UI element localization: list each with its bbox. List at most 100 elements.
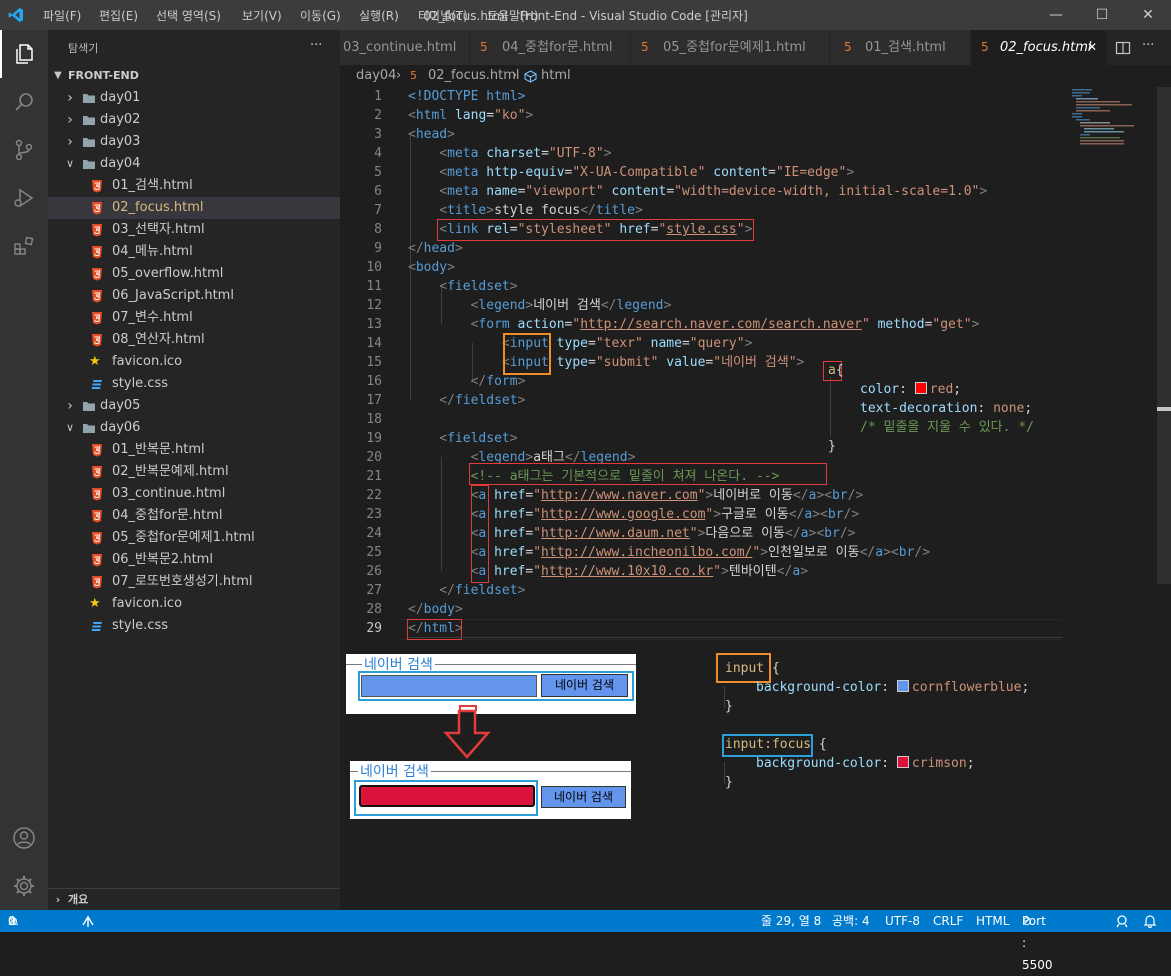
explorer-item-favicon-ico[interactable]: ★ favicon.ico <box>48 593 340 615</box>
menu-run[interactable]: 실행(R) <box>359 7 399 24</box>
explorer-item-label: 04_메뉴.html <box>112 244 193 259</box>
html-file-icon: 5 <box>641 40 649 54</box>
line-number: 23 <box>366 507 382 522</box>
menu-selection[interactable]: 선택 영역(S) <box>156 7 221 24</box>
language-status[interactable]: HTML <box>976 910 1009 932</box>
split-editor-icon[interactable] <box>1115 40 1131 56</box>
breadcrumb-file[interactable]: 02_focus.html <box>428 65 519 87</box>
menu-view[interactable]: 보기(V) <box>242 7 282 24</box>
line-number: 7 <box>374 203 382 218</box>
explorer-item-style-css[interactable]: style.css <box>48 615 340 637</box>
preview-search-button[interactable]: 네이버 검색 <box>541 674 628 697</box>
explorer-item-04-for-html[interactable]: 04_중첩for문.html <box>48 505 340 527</box>
explorer-item-07-html[interactable]: 07_로또번호생성기.html <box>48 571 340 593</box>
more-editor-actions-button[interactable]: ··· <box>1142 38 1154 53</box>
explorer-item-style-css[interactable]: style.css <box>48 373 340 395</box>
explorer-item-04-html[interactable]: 04_메뉴.html <box>48 241 340 263</box>
menu-go[interactable]: 이동(G) <box>300 7 341 24</box>
breadcrumb-folder[interactable]: day04 <box>356 65 396 87</box>
tab-05-nested-for-example[interactable]: 5 05_중첩for문예제1.html <box>631 30 830 65</box>
preview-search-button[interactable]: 네이버 검색 <box>541 786 626 808</box>
explorer-item-day01[interactable]: › day01 <box>48 87 340 109</box>
encoding-status[interactable]: UTF-8 <box>885 910 920 932</box>
explorer-item-07-html[interactable]: 07_변수.html <box>48 307 340 329</box>
explorer-item-03-html[interactable]: 03_선택자.html <box>48 219 340 241</box>
explorer-item-label: 05_overflow.html <box>112 266 224 281</box>
vertical-scrollbar[interactable] <box>1157 87 1171 584</box>
line-number: 16 <box>366 374 382 389</box>
feedback-icon[interactable] <box>1115 914 1129 928</box>
cursor-position-status[interactable]: 줄 29, 열 8 <box>761 910 821 932</box>
explorer-item-08-html[interactable]: 08_연산자.html <box>48 329 340 351</box>
css-input-selector-line: input { <box>725 661 780 676</box>
indentation-status[interactable]: 공백: 4 <box>832 910 870 932</box>
close-window-button[interactable]: ✕ <box>1125 0 1171 30</box>
more-actions-button[interactable]: ··· <box>310 38 322 53</box>
explorer-item-label: day04 <box>100 156 141 171</box>
close-tab-icon[interactable]: ✕ <box>1087 30 1097 65</box>
menu-help[interactable]: 도움말(H) <box>487 7 539 24</box>
line-number: 17 <box>366 393 382 408</box>
explorer-item-01-html[interactable]: 01_검색.html <box>48 175 340 197</box>
explorer-item-label: day05 <box>100 398 141 413</box>
explorer-item-label: 05_중첩for문예제1.html <box>112 530 255 545</box>
eol-status[interactable]: CRLF <box>933 910 963 932</box>
explorer-item-day04[interactable]: ∨ day04 <box>48 153 340 175</box>
explorer-item-label: 02_반복문예제.html <box>112 464 229 479</box>
preview-legend: 네이버 검색 <box>358 761 431 781</box>
breadcrumb-symbol[interactable]: html <box>541 65 571 87</box>
explorer-item-01-html[interactable]: 01_반복문.html <box>48 439 340 461</box>
code-line-1: <!DOCTYPE html> <box>408 89 526 104</box>
explorer-item-05-overflow-html[interactable]: 05_overflow.html <box>48 263 340 285</box>
folder-icon <box>83 94 95 103</box>
tab-04-nested-for[interactable]: 5 04_중첩for문.html <box>470 30 631 65</box>
line-number: 27 <box>366 583 382 598</box>
preview-search-input[interactable] <box>361 675 537 697</box>
search-activity[interactable] <box>0 78 48 126</box>
extensions-activity[interactable] <box>0 222 48 270</box>
explorer-item-favicon-ico[interactable]: ★ favicon.ico <box>48 351 340 373</box>
accounts-activity[interactable] <box>0 814 48 862</box>
minimize-button[interactable]: — <box>1033 0 1079 30</box>
line-number: 5 <box>374 165 382 180</box>
explorer-item-day03[interactable]: › day03 <box>48 131 340 153</box>
explorer-item-06-javascript-html[interactable]: 06_JavaScript.html <box>48 285 340 307</box>
preview-focused-input[interactable] <box>359 785 535 807</box>
tab-01-search[interactable]: 5 01_검색.html <box>830 30 971 65</box>
manage-activity[interactable] <box>0 862 48 910</box>
folder-icon <box>83 116 95 125</box>
menu-file[interactable]: 파일(F) <box>43 7 81 24</box>
menu-terminal[interactable]: 터미널(T) <box>418 7 468 24</box>
code-line-28: </body> <box>408 602 463 617</box>
bell-icon[interactable] <box>1143 914 1157 928</box>
editor-tabs: 03_continue.html 5 04_중첩for문.html 5 05_중… <box>340 30 1171 65</box>
code-editor[interactable]: 1 2 3 4 5 6 7 8 9 10 11 12 13 14 15 16 17 18 19 20 21 22 23 24 2… <box>340 87 1171 910</box>
code-line-7: <title>style focus</title> <box>439 203 643 218</box>
line-number: 2 <box>374 108 382 123</box>
live-share-icon[interactable] <box>81 914 95 928</box>
explorer-item-03-continue-html[interactable]: 03_continue.html <box>48 483 340 505</box>
run-debug-icon <box>14 188 34 208</box>
explorer-item-day02[interactable]: › day02 <box>48 109 340 131</box>
workspace-root[interactable]: ▼ FRONT-END <box>48 65 340 87</box>
explorer-item-02-html[interactable]: 02_반복문예제.html <box>48 461 340 483</box>
menu-edit[interactable]: 편집(E) <box>99 7 138 24</box>
outline-section[interactable]: › 개요 <box>48 888 340 911</box>
maximize-button[interactable]: ☐ <box>1079 0 1125 30</box>
preview-normal-panel: 네이버 검색 네이버 검색 <box>346 654 636 714</box>
run-debug-activity[interactable] <box>0 174 48 222</box>
explorer-item-06-2-html[interactable]: 06_반복문2.html <box>48 549 340 571</box>
explorer-item-label: 03_continue.html <box>112 486 226 501</box>
explorer-item-05-for-1-html[interactable]: 05_중첩for문예제1.html <box>48 527 340 549</box>
tab-02-focus[interactable]: 5 02_focus.html ✕ <box>971 30 1107 65</box>
code-line-6: <meta name="viewport" content="width=dev… <box>439 184 988 199</box>
explorer-item-day05[interactable]: › day05 <box>48 395 340 417</box>
source-control-activity[interactable] <box>0 126 48 174</box>
explorer-item-day06[interactable]: ∨ day06 <box>48 417 340 439</box>
minimap[interactable] <box>1070 87 1160 147</box>
tab-03-continue[interactable]: 03_continue.html <box>340 30 470 65</box>
explorer-item-02-focus-html[interactable]: 02_focus.html <box>48 197 340 219</box>
explorer-activity[interactable] <box>0 30 48 78</box>
code-line-17: </fieldset> <box>439 393 526 408</box>
folder-icon <box>83 424 95 433</box>
